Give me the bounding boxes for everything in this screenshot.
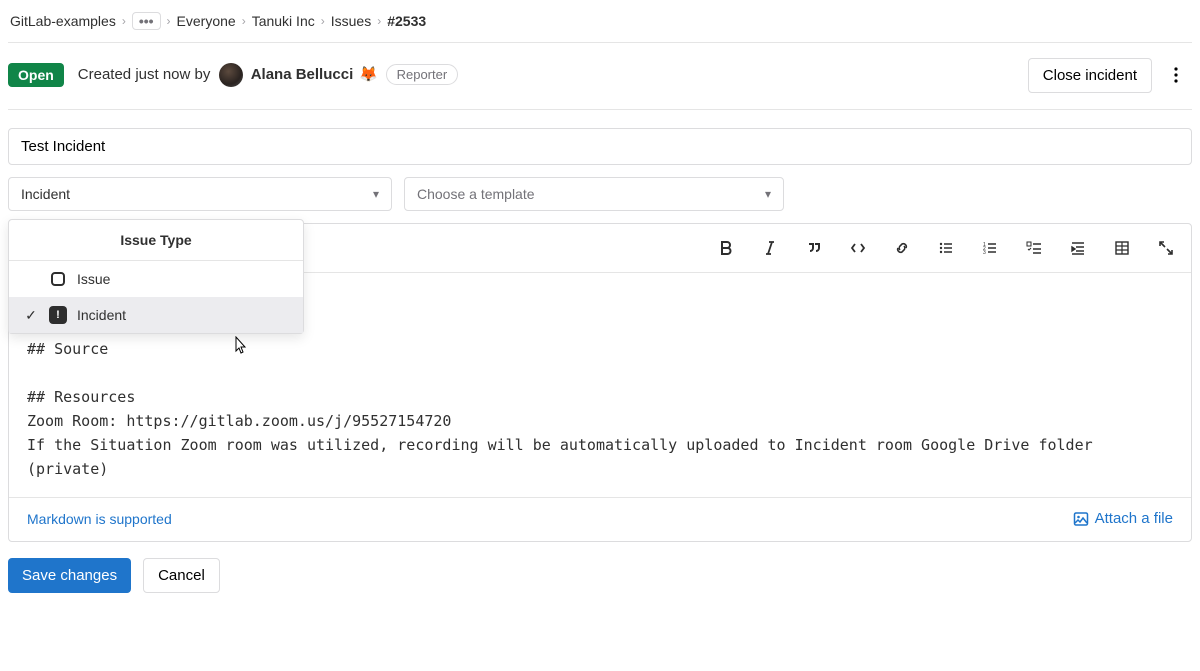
- italic-icon[interactable]: [761, 239, 779, 257]
- status-badge: Open: [8, 63, 64, 87]
- chevron-right-icon: ›: [167, 14, 171, 28]
- title-input[interactable]: [8, 128, 1192, 165]
- dropdown-item-label: Issue: [77, 271, 110, 287]
- link-icon[interactable]: [893, 239, 911, 257]
- author-link[interactable]: Alana Bellucci: [251, 66, 354, 83]
- image-icon: [1073, 511, 1089, 527]
- attach-file-label: Attach a file: [1095, 510, 1173, 527]
- dropdown-header: Issue Type: [9, 220, 303, 261]
- created-text: Created just now by: [78, 66, 211, 83]
- issue-header: Open Created just now by Alana Bellucci …: [8, 43, 1192, 110]
- bullet-list-icon[interactable]: [937, 239, 955, 257]
- chevron-down-icon: ▾: [765, 187, 771, 201]
- incident-icon: !: [49, 306, 67, 324]
- breadcrumb-more-button[interactable]: •••: [132, 12, 161, 30]
- bold-icon[interactable]: [717, 239, 735, 257]
- dropdown-item-label: Incident: [77, 307, 126, 323]
- breadcrumb-item[interactable]: Tanuki Inc: [252, 13, 315, 29]
- fullscreen-icon[interactable]: [1157, 239, 1175, 257]
- breadcrumb-item[interactable]: GitLab-examples: [10, 13, 116, 29]
- close-incident-button[interactable]: Close incident: [1028, 58, 1152, 93]
- select-value: Incident: [21, 186, 70, 202]
- chevron-right-icon: ›: [377, 14, 381, 28]
- issue-icon: [49, 270, 67, 288]
- more-actions-button[interactable]: [1160, 57, 1192, 93]
- chevron-right-icon: ›: [242, 14, 246, 28]
- breadcrumb: GitLab-examples › ••• › Everyone › Tanuk…: [8, 8, 1192, 43]
- quote-icon[interactable]: [805, 239, 823, 257]
- save-button[interactable]: Save changes: [8, 558, 131, 593]
- breadcrumb-item-current[interactable]: #2533: [387, 13, 426, 29]
- role-badge: Reporter: [386, 64, 459, 85]
- template-select[interactable]: Choose a template ▾: [404, 177, 784, 211]
- svg-text:3: 3: [983, 250, 986, 256]
- breadcrumb-item[interactable]: Everyone: [177, 13, 236, 29]
- indent-icon[interactable]: [1069, 239, 1087, 257]
- task-list-icon[interactable]: [1025, 239, 1043, 257]
- markdown-help-link[interactable]: Markdown is supported: [27, 511, 172, 527]
- dropdown-item-issue[interactable]: Issue: [9, 261, 303, 297]
- select-placeholder: Choose a template: [417, 186, 535, 202]
- chevron-right-icon: ›: [122, 14, 126, 28]
- dropdown-item-incident[interactable]: ✓ ! Incident: [9, 297, 303, 333]
- chevron-right-icon: ›: [321, 14, 325, 28]
- created-by-text: Created just now by Alana Bellucci 🦊 Rep…: [78, 63, 458, 87]
- code-icon[interactable]: [849, 239, 867, 257]
- numbered-list-icon[interactable]: 123: [981, 239, 999, 257]
- issue-type-select[interactable]: Incident ▾: [8, 177, 392, 211]
- check-icon: ✓: [23, 307, 39, 324]
- breadcrumb-item[interactable]: Issues: [331, 13, 371, 29]
- issue-type-dropdown: Issue Type Issue ✓ ! Incident: [8, 219, 304, 334]
- cancel-button[interactable]: Cancel: [143, 558, 220, 593]
- gitlab-tanuki-icon: 🦊: [359, 65, 375, 81]
- attach-file-link[interactable]: Attach a file: [1073, 510, 1173, 527]
- table-icon[interactable]: [1113, 239, 1131, 257]
- avatar[interactable]: [219, 63, 243, 87]
- chevron-down-icon: ▾: [373, 187, 379, 201]
